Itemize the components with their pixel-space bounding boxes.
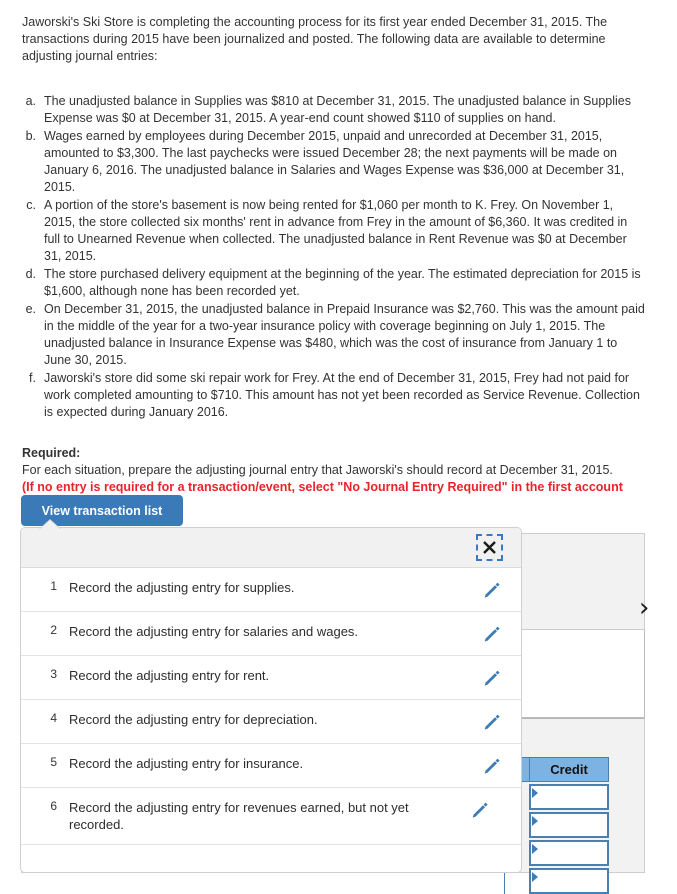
pencil-icon[interactable]	[463, 623, 521, 644]
situation-text: The store purchased delivery equipment a…	[44, 267, 641, 298]
transaction-row[interactable]: 6 Record the adjusting entry for revenue…	[21, 788, 521, 845]
transaction-number: 6	[50, 799, 57, 813]
transaction-row[interactable]: 4 Record the adjusting entry for depreci…	[21, 700, 521, 744]
situation-item: d. The store purchased delivery equipmen…	[24, 266, 645, 300]
credit-input-cell[interactable]	[529, 868, 609, 894]
close-icon[interactable]	[476, 534, 503, 561]
required-instruction: For each situation, prepare the adjustin…	[22, 463, 613, 477]
situations-list: a. The unadjusted balance in Supplies wa…	[0, 93, 677, 421]
transaction-number: 2	[50, 623, 57, 637]
transaction-number: 3	[50, 667, 57, 681]
situation-letter: e.	[25, 302, 36, 316]
problem-statement: Jaworski's Ski Store is completing the a…	[0, 0, 677, 513]
situation-letter: b.	[25, 129, 36, 143]
situation-item: a. The unadjusted balance in Supplies wa…	[24, 93, 645, 127]
journal-table-row	[504, 812, 624, 838]
situation-letter: d.	[25, 267, 36, 281]
required-title: Required:	[22, 446, 81, 460]
journal-table-row	[504, 868, 624, 894]
transaction-label: Record the adjusting entry for salaries …	[69, 624, 359, 639]
transaction-list-popover: 1 Record the adjusting entry for supplie…	[20, 527, 522, 873]
journal-table-row	[504, 840, 624, 866]
situation-letter: f.	[29, 371, 36, 385]
transaction-row[interactable]: 2 Record the adjusting entry for salarie…	[21, 612, 521, 656]
pencil-icon[interactable]	[451, 799, 509, 820]
transaction-list-body: 1 Record the adjusting entry for supplie…	[21, 568, 521, 872]
transaction-row[interactable]: 3 Record the adjusting entry for rent.	[21, 656, 521, 700]
situation-letter: c.	[26, 198, 36, 212]
situation-item: e. On December 31, 2015, the unadjusted …	[24, 301, 645, 369]
transaction-label: Record the adjusting entry for revenues …	[69, 800, 409, 832]
situation-text: Wages earned by employees during Decembe…	[44, 129, 625, 194]
transaction-row[interactable]: 5 Record the adjusting entry for insuran…	[21, 744, 521, 788]
transaction-row[interactable]: 1 Record the adjusting entry for supplie…	[21, 568, 521, 612]
transaction-label: Record the adjusting entry for supplies.	[69, 580, 295, 595]
credit-input-cell[interactable]	[529, 812, 609, 838]
journal-table-row	[504, 784, 624, 810]
transaction-number: 1	[50, 579, 57, 593]
pencil-icon[interactable]	[463, 667, 521, 688]
pencil-icon[interactable]	[463, 755, 521, 776]
situation-item: b. Wages earned by employees during Dece…	[24, 128, 645, 196]
transaction-label: Record the adjusting entry for rent.	[69, 668, 270, 683]
credit-input-cell[interactable]	[529, 840, 609, 866]
situation-text: Jaworski's store did some ski repair wor…	[44, 371, 640, 419]
popover-header	[21, 528, 521, 568]
journal-entry-table: Credit	[504, 757, 624, 894]
situation-text: A portion of the store's basement is now…	[44, 198, 628, 263]
popover-notch	[40, 520, 60, 529]
transaction-list-tail	[21, 845, 521, 872]
situation-text: On December 31, 2015, the unadjusted bal…	[44, 302, 645, 367]
pencil-icon[interactable]	[463, 579, 521, 600]
transaction-number: 5	[50, 755, 57, 769]
journal-table-header-row: Credit	[504, 757, 624, 782]
situation-text: The unadjusted balance in Supplies was $…	[44, 94, 631, 125]
transaction-label: Record the adjusting entry for insurance…	[69, 756, 304, 771]
problem-intro: Jaworski's Ski Store is completing the a…	[22, 15, 608, 63]
next-page-chevron-icon[interactable]: ›	[639, 595, 649, 621]
credit-input-cell[interactable]	[529, 784, 609, 810]
situation-item: c. A portion of the store's basement is …	[24, 197, 645, 265]
journal-table-header-credit: Credit	[529, 757, 609, 782]
pencil-icon[interactable]	[463, 711, 521, 732]
transaction-label: Record the adjusting entry for depreciat…	[69, 712, 318, 727]
situation-letter: a.	[25, 94, 36, 108]
transaction-number: 4	[50, 711, 57, 725]
situation-item: f. Jaworski's store did some ski repair …	[24, 370, 645, 421]
